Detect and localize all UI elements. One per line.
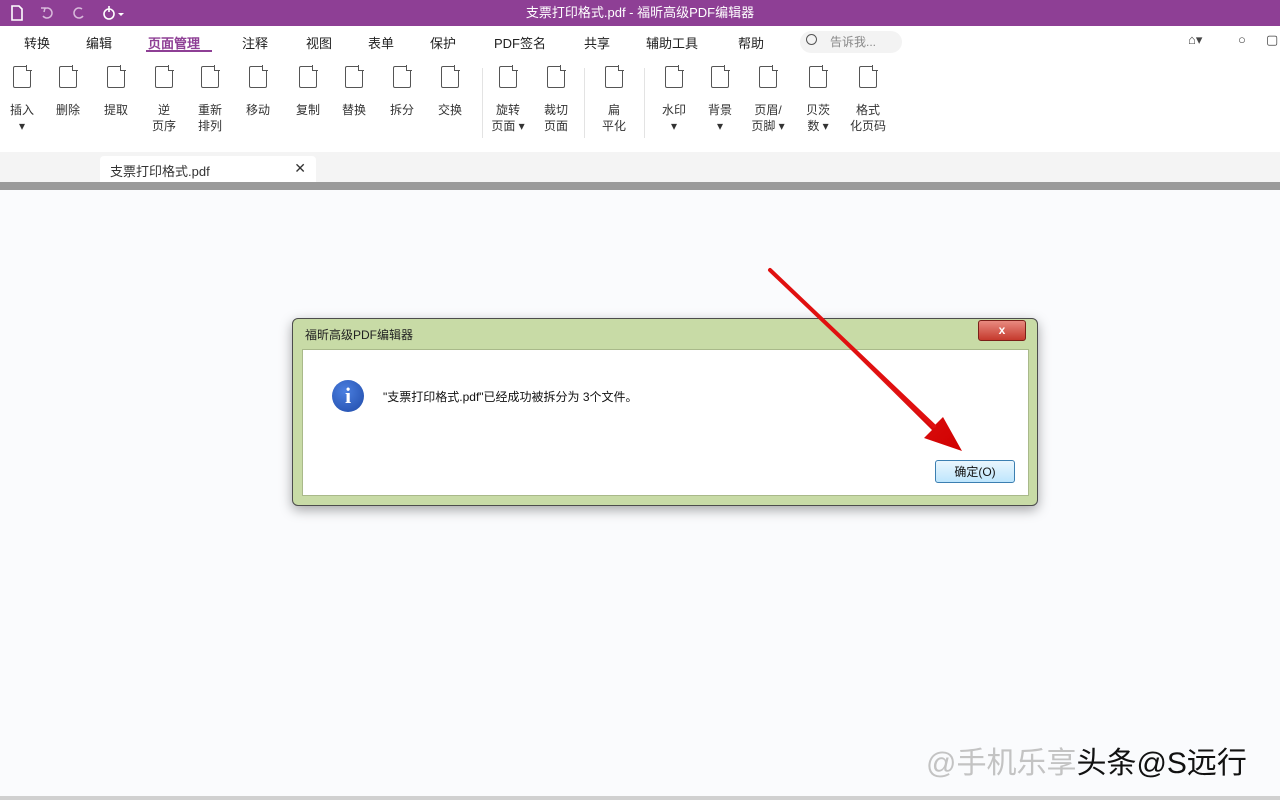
delete-button[interactable]: 删除 (46, 65, 90, 118)
menu-convert[interactable]: 转换 (24, 34, 50, 54)
bates-number-icon (809, 65, 828, 88)
lightbulb-icon (806, 34, 817, 45)
window-title: 支票打印格式.pdf - 福昕高级PDF编辑器 (525, 5, 755, 20)
skin-switch-icon[interactable]: ⌂▾ (1188, 32, 1202, 48)
tell-me-search[interactable]: 告诉我... (800, 31, 902, 53)
delete-page-icon (59, 65, 78, 88)
undo-icon[interactable] (38, 3, 56, 23)
dialog-message: "支票打印格式.pdf"已经成功被拆分为 3个文件。 (383, 390, 638, 404)
menu-edit[interactable]: 编辑 (86, 34, 112, 54)
menu-view[interactable]: 视图 (306, 34, 332, 54)
document-tab-label: 支票打印格式.pdf (110, 164, 210, 179)
background-button[interactable]: 背景 ▾ (698, 65, 742, 134)
search-placeholder: 告诉我... (830, 35, 877, 49)
document-tab[interactable]: 支票打印格式.pdf ✕ (100, 156, 316, 182)
crop-page-label: 裁切 页面 (543, 103, 568, 133)
rearrange-icon (201, 65, 220, 88)
rotate-page-icon (499, 65, 518, 88)
watermark-prefix: @手机乐享 (926, 747, 1077, 780)
header-footer-icon (759, 65, 778, 88)
bates-number-button[interactable]: 贝茨 数 ▾ (796, 65, 840, 134)
menu-help[interactable]: 帮助 (738, 34, 764, 54)
menu-share[interactable]: 共享 (584, 34, 610, 54)
redo-icon[interactable] (70, 3, 88, 23)
crop-page-icon (547, 65, 566, 88)
message-dialog: 福昕高级PDF编辑器 x i "支票打印格式.pdf"已经成功被拆分为 3个文件… (292, 318, 1038, 506)
ok-button[interactable]: 确定(O) (935, 460, 1015, 483)
header-footer-label: 页眉/ 页脚 ▾ (751, 103, 785, 133)
ribbon-separator (584, 68, 585, 138)
copy-page-button[interactable]: 复制 (286, 65, 330, 118)
move-page-label: 移动 (245, 103, 270, 117)
title-bar: 支票打印格式.pdf - 福昕高级PDF编辑器 (0, 0, 1280, 26)
header-footer-button[interactable]: 页眉/ 页脚 ▾ (746, 65, 790, 134)
copy-page-icon (299, 65, 318, 88)
menu-protect[interactable]: 保护 (430, 34, 456, 54)
ribbon-separator (644, 68, 645, 138)
menu-form[interactable]: 表单 (368, 34, 394, 54)
rearrange-button[interactable]: 重新 排列 (188, 65, 232, 134)
expand-icon[interactable]: ▢ (1266, 32, 1278, 48)
reverse-pages-icon (155, 65, 174, 88)
menu-pdf-sign[interactable]: PDF签名 (494, 34, 546, 54)
replace-page-icon (345, 65, 364, 88)
replace-page-button[interactable]: 替换 (332, 65, 376, 118)
swap-button[interactable]: 交换 (428, 65, 472, 118)
format-page-number-label: 格式 化页码 (849, 103, 886, 133)
divider (0, 182, 1280, 190)
watermark-suffix: 头条@S远行 (1076, 747, 1247, 780)
watermark-icon (665, 65, 684, 88)
move-page-button[interactable]: 移动 (236, 65, 280, 118)
swap-label: 交换 (437, 103, 462, 117)
flatten-label: 扁 平化 (601, 103, 626, 133)
flatten-icon (605, 65, 624, 88)
background-icon (711, 65, 730, 88)
dialog-body: i "支票打印格式.pdf"已经成功被拆分为 3个文件。 确定(O) (302, 349, 1029, 496)
format-page-number-icon (859, 65, 878, 88)
rotate-page-button[interactable]: 旋转 页面 ▾ (486, 65, 530, 134)
extract-page-icon (107, 65, 126, 88)
format-page-number-button[interactable]: 格式 化页码 (846, 65, 890, 134)
active-menu-underline (146, 50, 212, 52)
close-icon[interactable]: ✕ (294, 160, 306, 177)
insert-button[interactable]: 插入 ▾ (0, 65, 44, 134)
watermark: @手机乐享头条@S远行 (926, 738, 1247, 782)
watermark-button[interactable]: 水印 ▾ (652, 65, 696, 134)
swap-icon (441, 65, 460, 88)
document-icon[interactable] (8, 3, 26, 23)
crop-page-button[interactable]: 裁切 页面 (534, 65, 578, 134)
move-page-icon (249, 65, 268, 88)
menu-comment[interactable]: 注释 (242, 34, 268, 54)
dialog-close-button[interactable]: x (978, 320, 1026, 341)
hand-icon[interactable] (100, 3, 130, 23)
status-bar (0, 796, 1280, 800)
search-icon[interactable]: ○ (1238, 32, 1246, 47)
info-icon: i (332, 380, 364, 412)
reverse-pages-button[interactable]: 逆 页序 (142, 65, 186, 134)
bates-number-label: 贝茨 数 ▾ (805, 103, 830, 133)
split-button[interactable]: 拆分 (380, 65, 424, 118)
menu-accessibility-tools[interactable]: 辅助工具 (646, 34, 698, 54)
dialog-title: 福昕高级PDF编辑器 (305, 328, 414, 342)
split-icon (393, 65, 412, 88)
flatten-button[interactable]: 扁 平化 (592, 65, 636, 134)
extract-button[interactable]: 提取 (94, 65, 138, 118)
insert-page-icon (13, 65, 32, 88)
